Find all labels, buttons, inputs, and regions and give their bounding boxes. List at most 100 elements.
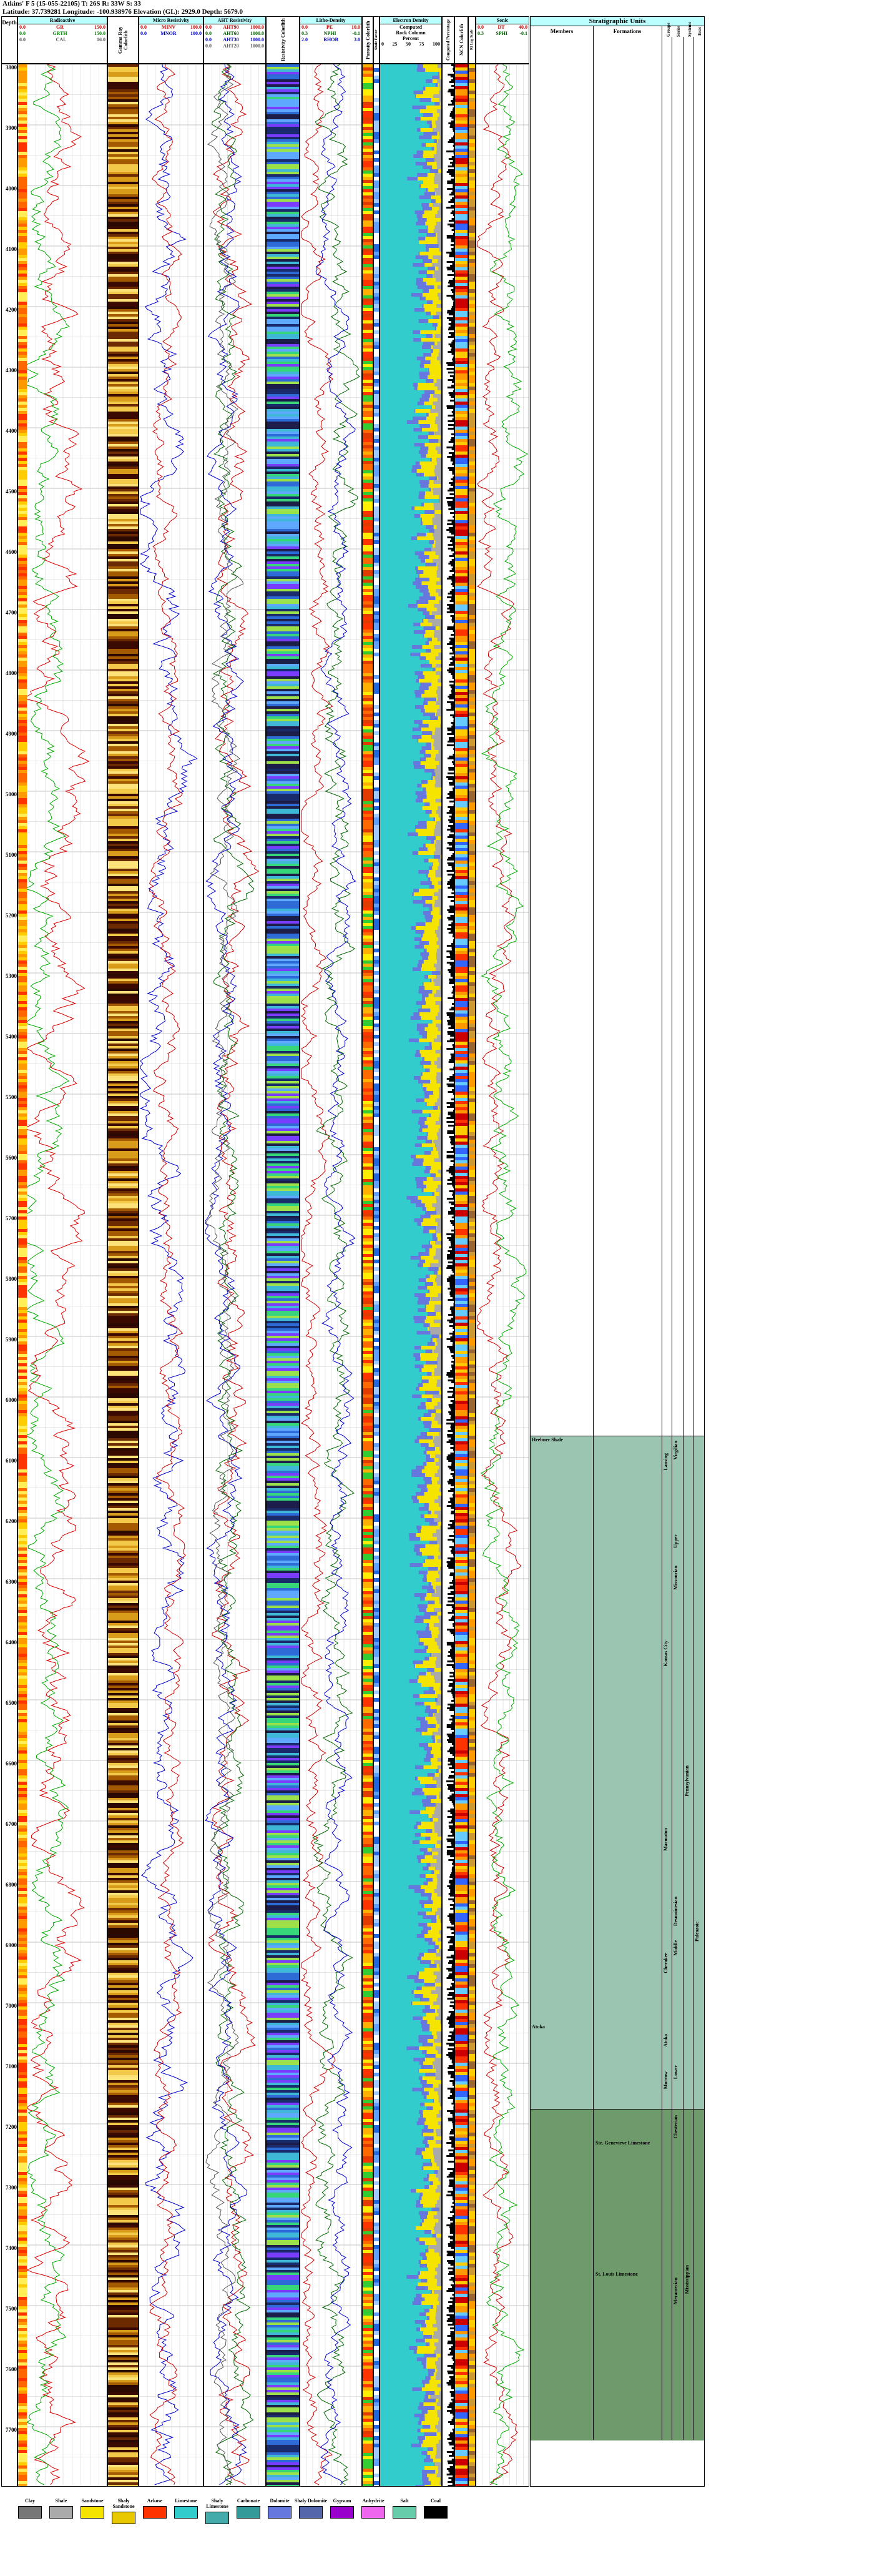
legend-label: Salt — [400, 2498, 409, 2504]
strat-title: Stratigraphic Units — [531, 17, 704, 26]
minv-max: 100.0 — [190, 24, 202, 30]
legend-swatch — [81, 2506, 104, 2519]
litho1-title: Gamma Ray Colorlith — [117, 26, 129, 54]
legend-label: Shale — [55, 2498, 67, 2504]
unit-chesterian: Chesterian — [673, 2115, 679, 2139]
mnor-name: MNOR — [160, 31, 177, 36]
depth-tick: 4600 — [6, 549, 17, 555]
log-curve — [312, 64, 360, 2485]
resistivity-colorlith — [267, 64, 299, 2486]
unit-mississippian: Mississippian — [684, 2265, 690, 2294]
pct-title: Computed Percentage — [446, 19, 451, 61]
legend-item: Shaly Sandstone — [106, 2498, 141, 2524]
depth-tick: 4800 — [6, 670, 17, 676]
legend-swatch — [174, 2506, 198, 2519]
depth-tick: 4900 — [6, 731, 17, 737]
unit-marmaton: Marmaton — [663, 1828, 669, 1851]
rock-scale-0: 0 — [381, 41, 384, 47]
aht-track — [203, 64, 266, 2487]
eras-col: Eras — [697, 27, 702, 36]
legend-swatch — [205, 2512, 229, 2524]
rock-line-2: Rock Column — [396, 30, 426, 36]
well-location: Latitude: 37.739281 Longitude: -100.9389… — [2, 8, 243, 16]
rock-line-3: Percent — [402, 36, 419, 41]
sphi-min: 0.3 — [478, 31, 484, 36]
log-curve — [205, 64, 244, 2485]
sonic-title: Sonic — [476, 17, 529, 24]
grth-min: 0.0 — [19, 31, 26, 36]
legend-label: Anhydrite — [362, 2498, 385, 2504]
gamma-title: Radioactive — [18, 17, 107, 24]
computed-percentage — [446, 64, 454, 2486]
micro-title: Micro Resistivity — [139, 17, 203, 24]
aht30-max: 1000.0 — [250, 37, 264, 42]
density-title: Litho-Density — [300, 17, 361, 24]
unit-desmoinesian: Desmoinesian — [673, 1897, 679, 1927]
unit-paleozoic: Paleozoic — [694, 1922, 700, 1942]
legend-label: Shaly Dolomite — [294, 2498, 328, 2504]
phi-track — [362, 64, 373, 2487]
depth-tick: 4200 — [6, 307, 17, 313]
unit-lansing: Lansing — [663, 1453, 669, 1471]
aht20-name: AHT20 — [223, 43, 239, 49]
depth-tick: 7700 — [6, 2427, 17, 2433]
density-track — [300, 64, 362, 2487]
depth-tick: 7400 — [6, 2245, 17, 2251]
unit-kansas-city: Kansas City — [663, 1641, 669, 1667]
sonic-curves — [476, 64, 529, 2486]
micro-curves — [139, 64, 203, 2486]
depth-tick: 5500 — [6, 1094, 17, 1100]
shale-factor — [374, 64, 379, 2486]
legend-swatch — [424, 2506, 448, 2519]
aht60-max: 1000.0 — [250, 31, 264, 36]
depth-tick: 7600 — [6, 2366, 17, 2372]
cal-min: 6.0 — [19, 37, 26, 42]
depth-tick: 5600 — [6, 1155, 17, 1161]
depth-tick: 5300 — [6, 973, 17, 979]
legend-label: Carbonate — [237, 2498, 260, 2504]
formations-col: Formations — [593, 26, 662, 37]
depth-tick: 5800 — [6, 1276, 17, 1282]
legend-swatch — [361, 2506, 385, 2519]
rock-line-1: Computed — [399, 24, 422, 30]
depth-tick: 4700 — [6, 609, 17, 616]
rock-title: Electron Density — [380, 17, 441, 24]
unit-ste-genevieve: Ste. Genevieve Limestone — [595, 2140, 650, 2146]
cal-max: 16.0 — [96, 37, 105, 42]
unit-upper: Upper — [673, 1534, 679, 1548]
sonic-track — [476, 64, 529, 2487]
depth-tick: 6400 — [6, 1639, 17, 1646]
depth-tick: 5200 — [6, 912, 17, 919]
unit-atoka: Atoka — [663, 2034, 669, 2047]
depth-tick: 5700 — [6, 1215, 17, 1221]
gr-min: 0.0 — [19, 24, 26, 30]
rock-scale-25: 25 — [392, 41, 398, 47]
systems-col: Systems — [687, 21, 692, 37]
unit-st-louis: St. Louis Limestone — [595, 2271, 638, 2277]
depth-tick: 7100 — [6, 2063, 17, 2070]
aht-title: AHT Resistivity — [204, 17, 265, 24]
dt-name: DT — [497, 24, 505, 30]
legend-item: Gypsum — [325, 2498, 360, 2519]
grth-max: 150.0 — [94, 31, 105, 36]
depth-tick: 4400 — [6, 428, 17, 434]
litho1-header: Gamma Ray Colorlith — [107, 16, 139, 64]
unit-atoka-member: Atoka — [532, 2024, 545, 2030]
depth-tick: 6500 — [6, 1700, 17, 1706]
ncn-title: NCN Colorlith — [458, 24, 464, 56]
legend-swatch — [112, 2512, 135, 2524]
dt-min: 0.0 — [478, 24, 484, 30]
depth-tick: 5000 — [6, 791, 17, 797]
depth-tick: 4500 — [6, 488, 17, 495]
legend-item: Sandstone — [75, 2498, 110, 2519]
members-col: Members — [531, 26, 594, 37]
legend-label: Dolomite — [270, 2498, 290, 2504]
legend-label: Coal — [431, 2498, 441, 2504]
pct-header: Computed Percentage — [442, 16, 454, 64]
pe-max: 10.0 — [351, 24, 360, 30]
shale-track — [373, 64, 380, 2487]
mnor-min: 0.0 — [140, 31, 147, 36]
minv-name: MINV — [161, 24, 176, 30]
unit-meramecian: Meramecian — [673, 2277, 679, 2305]
litho2-header: Resistivity Colorlith — [266, 16, 300, 64]
